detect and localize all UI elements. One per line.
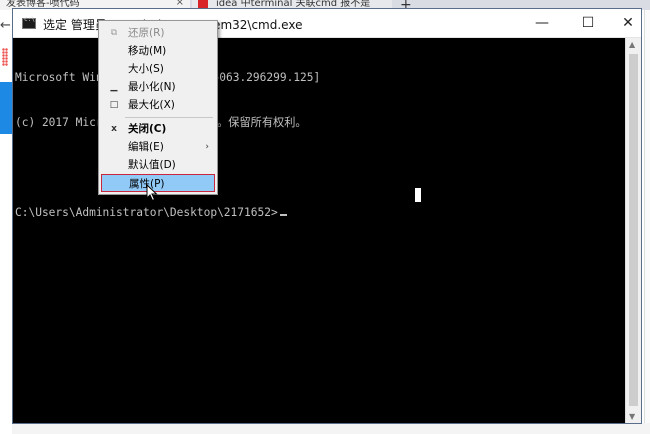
menu-item-label: 大小(S) [128, 63, 164, 75]
menu-item-defaults[interactable]: 默认值(D) [101, 156, 215, 174]
apps-grid-icon[interactable] [2, 48, 8, 66]
browser-right-strip [644, 10, 650, 434]
minimize-icon: ▁ [110, 82, 118, 92]
menu-item-properties[interactable]: 属性(P) [101, 174, 215, 192]
menu-item-move[interactable]: 移动(M) [101, 42, 215, 60]
restore-icon: ⧉ [110, 28, 118, 38]
browser-bottom-strip [12, 423, 650, 434]
selection-block [415, 188, 421, 202]
text-cursor [279, 214, 287, 216]
menu-item-edit[interactable]: 编辑(E) › [101, 138, 215, 156]
menu-item-restore[interactable]: ⧉ 还原(R) [101, 24, 215, 42]
maximize-icon: □ [109, 100, 119, 110]
close-button[interactable]: ✕ [609, 9, 647, 37]
maximize-button[interactable]: ☐ [569, 9, 607, 37]
menu-item-minimize[interactable]: ▁ 最小化(N) [101, 78, 215, 96]
menu-item-label: 编辑(E) [128, 141, 164, 153]
close-icon: x [111, 124, 117, 134]
menu-separator [125, 117, 213, 118]
menu-item-label: 最小化(N) [128, 81, 176, 93]
mouse-pointer-icon [146, 184, 158, 202]
menu-item-label: 默认值(D) [128, 159, 176, 171]
scroll-up-icon[interactable]: ▲ [629, 40, 635, 49]
back-arrow-icon[interactable]: ← [0, 18, 11, 33]
console-app-icon[interactable] [22, 16, 36, 29]
menu-item-label: 最大化(X) [128, 99, 175, 111]
minimize-button[interactable]: — [523, 9, 561, 37]
scrollbar-thumb[interactable] [629, 54, 638, 406]
submenu-arrow-icon: › [205, 142, 209, 152]
close-icon[interactable]: × [176, 0, 184, 8]
system-context-menu: ⧉ 还原(R) 移动(M) 大小(S) ▁ 最小化(N) □ 最大化(X) x … [98, 20, 218, 195]
menu-item-label: 关闭(C) [128, 123, 167, 135]
menu-item-label: 移动(M) [128, 45, 167, 57]
menu-item-maximize[interactable]: □ 最大化(X) [101, 96, 215, 114]
sidebar-accent [0, 82, 12, 134]
console-prompt: C:\Users\Administrator\Desktop\2171652> [15, 206, 278, 219]
scroll-down-icon[interactable]: ▼ [629, 412, 635, 421]
vertical-scrollbar[interactable]: ▲ ▼ [625, 38, 641, 423]
menu-item-label: 还原(R) [128, 27, 165, 39]
menu-item-close[interactable]: x 关闭(C) [101, 120, 215, 138]
browser-left-strip [0, 10, 12, 434]
console-prompt-line: C:\Users\Administrator\Desktop\2171652> [15, 205, 625, 220]
menu-item-size[interactable]: 大小(S) [101, 60, 215, 78]
